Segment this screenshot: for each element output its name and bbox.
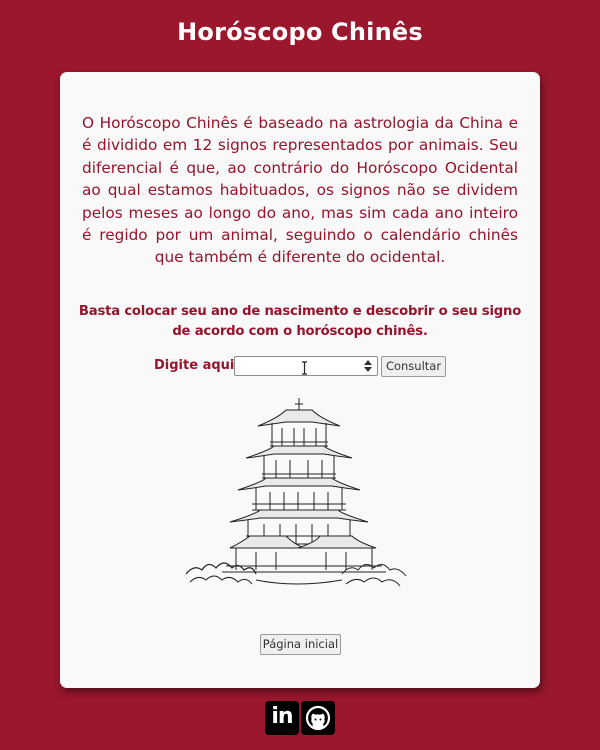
instruction-text: Basta colocar seu ano de nascimento e de…	[78, 304, 522, 339]
text-cursor-icon	[302, 361, 307, 375]
number-spinner[interactable]	[363, 359, 373, 373]
home-button[interactable]: Página inicial	[260, 634, 341, 655]
spin-down-icon[interactable]	[364, 367, 372, 372]
content-card: O Horóscopo Chinês é baseado na astrolog…	[60, 72, 540, 688]
year-form: Digite aqui: Consultar	[60, 355, 540, 379]
pagoda-illustration	[186, 398, 407, 587]
year-label: Digite aqui:	[154, 358, 240, 373]
page-title: Horóscopo Chinês	[177, 18, 423, 46]
github-mark-icon	[305, 705, 331, 731]
intro-paragraph: O Horóscopo Chinês é baseado na astrolog…	[82, 114, 518, 267]
spin-up-icon[interactable]	[364, 360, 372, 365]
linkedin-icon[interactable]: in	[265, 701, 299, 735]
github-icon[interactable]	[301, 701, 335, 735]
consult-button[interactable]: Consultar	[381, 356, 446, 377]
